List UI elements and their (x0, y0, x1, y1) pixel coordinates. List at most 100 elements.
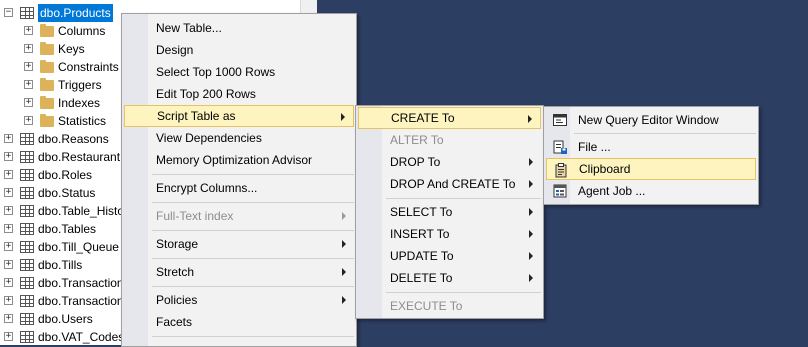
expand-icon[interactable]: + (4, 152, 13, 161)
menu-item-label: File ... (578, 140, 611, 154)
expand-icon[interactable]: + (24, 62, 33, 71)
tree-node-label: dbo.Tables (38, 222, 97, 236)
agent-job-icon (552, 183, 568, 199)
tree-node-label: dbo.Restaurant (38, 150, 121, 164)
menu-facets[interactable]: Facets (124, 311, 354, 333)
tree-node-label: Triggers (58, 78, 102, 92)
expand-icon[interactable]: + (24, 98, 33, 107)
table-icon (20, 241, 34, 253)
table-icon (20, 7, 34, 19)
clipboard-icon (553, 162, 569, 178)
menu-item-label: EXECUTE To (390, 299, 463, 313)
menu-item-label: DROP To (390, 155, 441, 169)
tree-node-label: Columns (58, 24, 106, 38)
expand-icon[interactable]: + (4, 224, 13, 233)
table-icon (20, 133, 34, 145)
menu-insert-to[interactable]: INSERT To (358, 223, 541, 245)
submenu-arrow-icon (529, 274, 533, 282)
tree-node-label: dbo.Transaction (38, 294, 124, 308)
expand-icon[interactable]: + (4, 278, 13, 287)
folder-icon (40, 96, 54, 109)
expand-icon[interactable]: + (24, 116, 33, 125)
expand-icon[interactable]: + (4, 188, 13, 197)
menu-encrypt-columns[interactable]: Encrypt Columns... (124, 177, 354, 199)
expand-icon[interactable]: + (24, 26, 33, 35)
menu-drop-to[interactable]: DROP To (358, 151, 541, 173)
menu-separator (574, 133, 756, 134)
expand-icon[interactable]: + (4, 170, 13, 179)
menu-storage[interactable]: Storage (124, 233, 354, 255)
menu-select-top-1000[interactable]: Select Top 1000 Rows (124, 61, 354, 83)
menu-separator (152, 336, 354, 337)
menu-file[interactable]: File ... (546, 136, 756, 158)
tree-node-label: Constraints (58, 60, 119, 74)
table-icon (20, 223, 34, 235)
menu-item-label: DELETE To (390, 271, 453, 285)
collapse-icon[interactable]: − (4, 8, 13, 17)
menu-item-label: View Dependencies (156, 131, 262, 145)
table-icon (20, 151, 34, 163)
menu-item-label: Design (156, 43, 194, 57)
menu-item-label: Policies (156, 293, 198, 307)
table-icon (20, 313, 34, 325)
submenu-arrow-icon (342, 240, 346, 248)
menu-item-label: Stretch (156, 265, 195, 279)
menu-clipboard[interactable]: Clipboard (546, 158, 756, 180)
tree-node-label: dbo.Users (38, 312, 93, 326)
menu-select-to[interactable]: SELECT To (358, 201, 541, 223)
expand-icon[interactable]: + (4, 134, 13, 143)
menu-separator (386, 198, 541, 199)
folder-icon (40, 42, 54, 55)
tree-node-label: dbo.Reasons (38, 132, 109, 146)
submenu-arrow-icon (529, 208, 533, 216)
expand-icon[interactable]: + (4, 332, 13, 341)
expand-icon[interactable]: + (4, 314, 13, 323)
file-save-icon (552, 139, 568, 155)
menu-drop-and-create-to[interactable]: DROP And CREATE To (358, 173, 541, 195)
menu-new-query-editor-window[interactable]: New Query Editor Window (546, 109, 756, 131)
menu-item-label: Agent Job ... (578, 184, 646, 198)
menu-policies[interactable]: Policies (124, 289, 354, 311)
menu-separator (152, 230, 354, 231)
submenu-arrow-icon (528, 115, 532, 123)
tree-node-label: dbo.Roles (38, 168, 93, 182)
table-icon (20, 205, 34, 217)
menu-new-table[interactable]: New Table... (124, 17, 354, 39)
create-to-submenu: New Query Editor Window File ... Clipboard… (543, 106, 759, 205)
table-icon (20, 169, 34, 181)
menu-delete-to[interactable]: DELETE To (358, 267, 541, 289)
expand-icon[interactable]: + (4, 206, 13, 215)
folder-icon (40, 60, 54, 73)
submenu-arrow-icon (342, 296, 346, 304)
menu-separator (152, 174, 354, 175)
expand-icon[interactable]: + (4, 260, 13, 269)
menu-stretch[interactable]: Stretch (124, 261, 354, 283)
submenu-arrow-icon (342, 212, 346, 220)
folder-icon (40, 114, 54, 127)
menu-item-label: Memory Optimization Advisor (156, 153, 313, 167)
menu-agent-job[interactable]: Agent Job ... (546, 180, 756, 202)
menu-item-label: INSERT To (390, 227, 450, 241)
table-icon (20, 277, 34, 289)
submenu-arrow-icon (529, 230, 533, 238)
tree-node-label: Indexes (58, 96, 101, 110)
table-icon (20, 259, 34, 271)
menu-edit-top-200[interactable]: Edit Top 200 Rows (124, 83, 354, 105)
menu-update-to[interactable]: UPDATE To (358, 245, 541, 267)
tree-node-label: dbo.Till_Queue (38, 240, 119, 254)
menu-memory-optimization-advisor[interactable]: Memory Optimization Advisor (124, 149, 354, 171)
submenu-arrow-icon (341, 113, 345, 121)
menu-item-label: Script Table as (157, 109, 236, 123)
menu-create-to[interactable]: CREATE To (358, 107, 541, 129)
script-table-as-submenu: CREATE To ALTER To DROP To DROP And CREATE … (355, 105, 544, 319)
expand-icon[interactable]: + (4, 242, 13, 251)
tree-node-label: dbo.Table_Histo (38, 204, 125, 218)
menu-separator (152, 286, 354, 287)
expand-icon[interactable]: + (24, 44, 33, 53)
menu-view-dependencies[interactable]: View Dependencies (124, 127, 354, 149)
menu-design[interactable]: Design (124, 39, 354, 61)
expand-icon[interactable]: + (4, 296, 13, 305)
menu-script-table-as[interactable]: Script Table as (124, 105, 354, 127)
submenu-arrow-icon (529, 180, 533, 188)
expand-icon[interactable]: + (24, 80, 33, 89)
